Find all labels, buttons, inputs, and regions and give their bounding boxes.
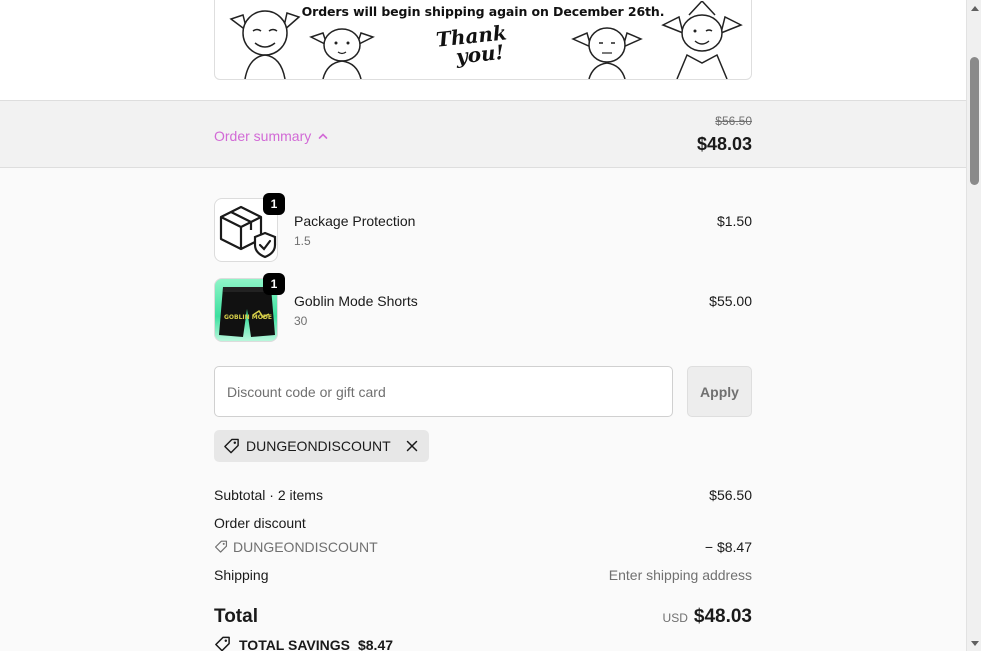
vertical-scrollbar[interactable] [966,0,981,651]
applied-discount-chip: DUNGEONDISCOUNT [214,430,429,462]
item-variant: 30 [294,314,308,328]
shipping-label: Shipping [214,567,269,583]
order-summary-toggle[interactable]: Order summary [214,128,329,144]
quantity-badge: 1 [263,193,285,215]
thank-you-script: Thank you! [434,20,508,69]
item-variant: 1.5 [294,234,311,248]
goblin-doodle-2 [309,28,375,79]
summary-price: $48.03 [696,134,752,154]
tag-icon [224,438,239,453]
discount-code-input[interactable] [214,366,673,417]
total-label: Total [214,606,258,627]
item-price: $1.50 [716,213,752,229]
currency-code: USD [662,611,688,625]
close-icon[interactable] [405,439,419,453]
discount-code-text: DUNGEONDISCOUNT [233,539,378,555]
goblin-doodle-4 [661,1,743,79]
item-name: Goblin Mode Shorts [294,293,418,309]
total-amount: USD $48.03 [663,606,752,628]
shipping-notice-banner: Orders will begin shipping again on Dece… [214,0,752,80]
subtotal-row: Subtotal · 2 items $56.50 [214,487,752,503]
subtotal-value: $56.50 [709,487,752,503]
total-savings: TOTAL SAVINGS $8.47 [214,636,393,651]
goblin-doodle-3 [571,27,643,79]
checkout-page: Orders will begin shipping again on Dece… [0,0,966,651]
tag-icon [214,540,228,553]
total-row: Total USD $48.03 [214,606,752,630]
shipping-value: Enter shipping address [608,567,752,583]
order-summary-bar: Order summary $56.50 $48.03 [0,101,966,168]
applied-discount-code: DUNGEONDISCOUNT [246,438,391,454]
shipping-row: Shipping Enter shipping address [214,567,752,583]
original-price: $56.50 [715,114,752,128]
discount-value: − $8.47 [704,539,752,555]
savings-label: TOTAL SAVINGS [239,636,350,651]
order-discount-row: Order discount [214,515,752,531]
item-name: Package Protection [294,213,416,229]
header-area: Orders will begin shipping again on Dece… [0,0,966,101]
arrow-up-icon [970,5,979,11]
goblin-doodle-1 [229,10,301,79]
line-item: 1 Package Protection 1.5 $1.50 [214,193,752,262]
scroll-up-button[interactable] [967,0,981,15]
scroll-down-button[interactable] [967,636,981,651]
svg-text:GOBLIN MODE: GOBLIN MODE [224,314,272,321]
order-summary-label: Order summary [214,128,312,144]
apply-button[interactable]: Apply [687,366,752,417]
savings-value: $8.47 [357,636,394,651]
scrollbar-thumb[interactable] [970,57,979,185]
chevron-up-icon [318,133,328,139]
order-discount-label: Order discount [214,515,306,531]
quantity-badge: 1 [263,273,285,295]
arrow-down-icon [970,640,979,646]
discount-code-row: DUNGEONDISCOUNT − $8.47 [214,539,752,555]
tag-icon [215,636,230,651]
discount-code-tag: DUNGEONDISCOUNT [214,539,752,555]
total-value: $48.03 [693,606,752,627]
line-item: GOBLIN MODE 1 Goblin Mode Shorts 30 $55.… [214,273,752,342]
subtotal-label: Subtotal · 2 items [214,487,323,503]
item-price: $55.00 [709,293,752,309]
